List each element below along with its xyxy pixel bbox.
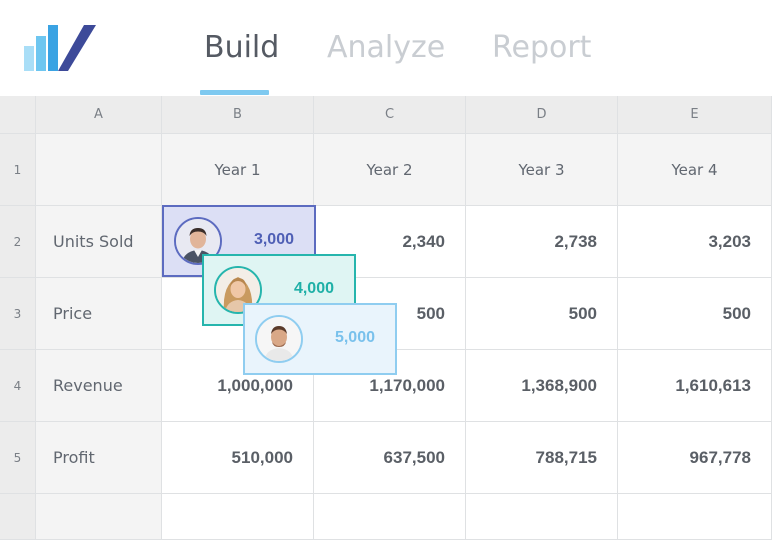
collaborator-card-3[interactable]: 5,000	[243, 303, 397, 375]
corner-cell[interactable]	[0, 96, 36, 134]
app-logo-icon	[24, 25, 96, 71]
column-header-c[interactable]: C	[314, 96, 466, 134]
row-header-4[interactable]: 4	[0, 350, 36, 422]
row-header-3[interactable]: 3	[0, 278, 36, 350]
cell-b6[interactable]	[162, 494, 314, 540]
column-header-a[interactable]: A	[36, 96, 162, 134]
row-header-5[interactable]: 5	[0, 422, 36, 494]
cell-c6[interactable]	[314, 494, 466, 540]
column-header-d[interactable]: D	[466, 96, 618, 134]
cell-a1[interactable]	[36, 134, 162, 206]
tab-build[interactable]: Build	[204, 30, 279, 65]
person-avatar-icon	[257, 317, 301, 361]
cell-e1[interactable]: Year 4	[618, 134, 772, 206]
cell-e4[interactable]: 1,610,613	[618, 350, 772, 422]
cell-a3[interactable]: Price	[36, 278, 162, 350]
row-header-2[interactable]: 2	[0, 206, 36, 278]
cell-b1[interactable]: Year 1	[162, 134, 314, 206]
cell-d2[interactable]: 2,738	[466, 206, 618, 278]
cell-e6[interactable]	[618, 494, 772, 540]
cell-e3[interactable]: 500	[618, 278, 772, 350]
card-value: 4,000	[293, 280, 334, 297]
cell-c5[interactable]: 637,500	[314, 422, 466, 494]
row-header-6[interactable]	[0, 494, 36, 540]
column-header-e[interactable]: E	[618, 96, 772, 134]
card-value: 5,000	[334, 329, 375, 346]
cell-a5[interactable]: Profit	[36, 422, 162, 494]
row-header-1[interactable]: 1	[0, 134, 36, 206]
avatar	[255, 315, 303, 363]
cell-d4[interactable]: 1,368,900	[466, 350, 618, 422]
cell-d1[interactable]: Year 3	[466, 134, 618, 206]
cell-a2[interactable]: Units Sold	[36, 206, 162, 278]
cell-a4[interactable]: Revenue	[36, 350, 162, 422]
tab-report[interactable]: Report	[492, 30, 591, 65]
card-value: 3,000	[253, 231, 294, 248]
cell-e2[interactable]: 3,203	[618, 206, 772, 278]
column-header-b[interactable]: B	[162, 96, 314, 134]
app-header: Build Analyze Report	[0, 0, 772, 96]
tab-analyze[interactable]: Analyze	[327, 30, 445, 65]
cell-d5[interactable]: 788,715	[466, 422, 618, 494]
cell-e5[interactable]: 967,778	[618, 422, 772, 494]
cell-d3[interactable]: 500	[466, 278, 618, 350]
cell-c1[interactable]: Year 2	[314, 134, 466, 206]
cell-b5[interactable]: 510,000	[162, 422, 314, 494]
cell-d6[interactable]	[466, 494, 618, 540]
active-tab-indicator	[200, 90, 269, 95]
cell-a6[interactable]	[36, 494, 162, 540]
